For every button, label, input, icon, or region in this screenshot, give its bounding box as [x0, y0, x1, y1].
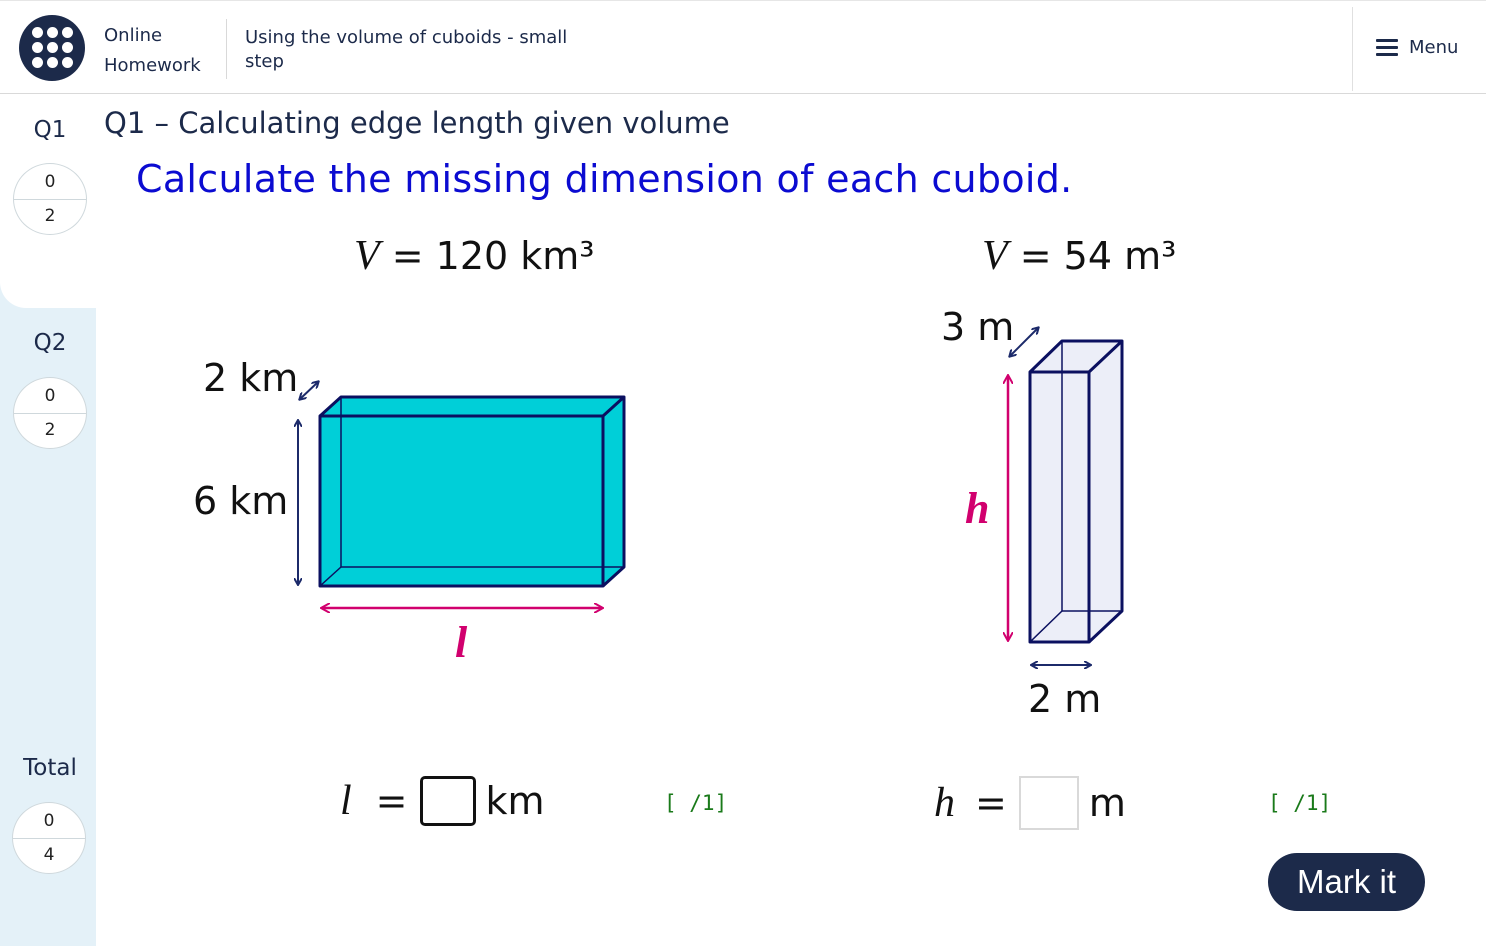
cuboid2-answer-input[interactable]	[1018, 776, 1079, 830]
cuboid2-answer-var: h	[934, 780, 955, 826]
cuboid2-marks: [ /1]	[1268, 791, 1332, 815]
cuboid1-answer-var: l	[340, 778, 352, 824]
cuboid2-shape	[1008, 328, 1124, 665]
cuboid1-shape	[298, 382, 626, 608]
cuboid1-marks: [ /1]	[664, 791, 728, 815]
cuboid2-answer-eq: =	[975, 781, 1007, 825]
cuboid2-face	[1030, 341, 1122, 642]
cuboid1-answer-row: l = km	[340, 776, 545, 826]
cuboid1-depth-arrow	[300, 382, 318, 399]
cuboid2-answer-unit: m	[1088, 781, 1126, 825]
cuboid2-unknown-label: h	[965, 484, 990, 533]
cuboid2-depth-label: 3 m	[941, 305, 1015, 349]
cuboid1-answer-unit: km	[485, 779, 545, 823]
cuboid1-height-label: 6 km	[193, 479, 289, 523]
cuboid-diagrams	[0, 0, 1124, 946]
cuboid1-depth-label: 2 km	[203, 356, 299, 400]
mark-it-button[interactable]: Mark it	[1268, 853, 1425, 911]
cuboid1-face	[320, 397, 624, 586]
cuboid1-answer-eq: =	[375, 779, 408, 823]
cuboid1-answer-input[interactable]	[419, 776, 476, 826]
cuboid2-answer-row: h = m	[934, 776, 1126, 830]
cuboid1-unknown-label: l	[455, 618, 468, 667]
cuboid2-width-label: 2 m	[1028, 677, 1102, 721]
